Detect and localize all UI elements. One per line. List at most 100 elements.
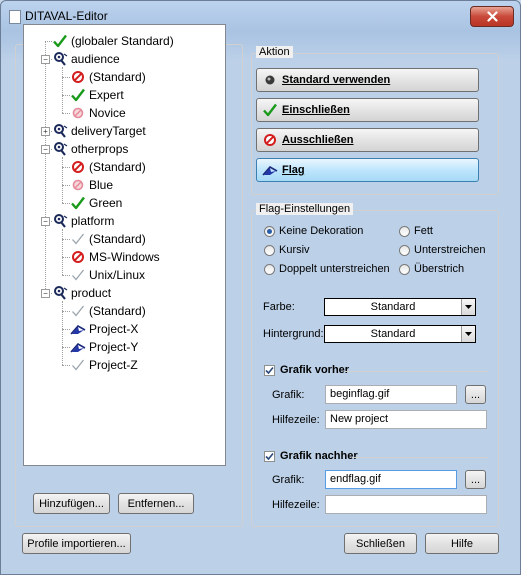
tree-item[interactable]: platform	[52, 212, 114, 230]
tree-line	[62, 67, 63, 113]
decoration-radio[interactable]: Überstrich	[399, 263, 464, 275]
flag-button[interactable]: Flag	[256, 158, 479, 182]
include-button[interactable]: Einschließen	[256, 98, 479, 122]
decoration-radio[interactable]: Unterstreichen	[399, 244, 486, 256]
tree-expander[interactable]: −	[41, 55, 50, 64]
remove-button[interactable]: Entfernen...	[118, 493, 194, 514]
checkbox-box[interactable]	[264, 450, 275, 462]
graphic-before-help-label: Hilfezeile:	[272, 414, 320, 426]
tree-item[interactable]: audience	[52, 50, 120, 68]
tree-line	[62, 239, 70, 240]
tree-expander[interactable]: +	[41, 127, 50, 136]
tree-line	[62, 157, 63, 203]
graphic-before-browse-button[interactable]: ...	[465, 385, 486, 404]
check-faded-icon	[70, 267, 86, 283]
graphic-after-label: Grafik nachher	[280, 450, 358, 462]
flag-icon	[70, 321, 86, 337]
graphic-after-checkbox[interactable]: Grafik nachher	[264, 450, 358, 462]
tree-item[interactable]: Green	[70, 194, 122, 212]
exclude-icon	[70, 69, 86, 85]
graphic-after-file-input[interactable]: endflag.gif	[325, 470, 457, 489]
tree-item[interactable]: Project-Y	[70, 338, 138, 356]
attribute-icon	[52, 141, 68, 157]
tree-item[interactable]: Novice	[70, 104, 126, 122]
check-icon	[70, 87, 86, 103]
tree-expander[interactable]: −	[41, 217, 50, 226]
profile-tree[interactable]: (globaler Standard) − audience (Standard)…	[23, 24, 226, 466]
tree-line	[62, 365, 70, 366]
tree-line	[62, 257, 70, 258]
tree-item[interactable]: Unix/Linux	[70, 266, 145, 284]
graphic-before-label: Grafik vorher	[280, 364, 350, 376]
graphic-before-help-input[interactable]: New project	[325, 410, 487, 429]
flag-icon	[70, 339, 86, 355]
background-label: Hintergrund:	[263, 328, 324, 340]
radio-dot[interactable]	[264, 244, 275, 256]
background-dropdown-arrow[interactable]	[461, 326, 475, 342]
tree-item[interactable]: (Standard)	[70, 158, 146, 176]
close-icon	[486, 11, 498, 22]
color-dropdown-arrow[interactable]	[461, 299, 475, 315]
exclude-icon	[70, 159, 86, 175]
exclude-icon	[70, 249, 86, 265]
tree-item[interactable]: MS-Windows	[70, 248, 160, 266]
radio-dot[interactable]	[399, 225, 410, 237]
graphic-before-checkbox[interactable]: Grafik vorher	[264, 364, 349, 376]
radio-dot[interactable]	[264, 263, 275, 275]
tree-item[interactable]: Project-X	[70, 320, 138, 338]
flag-settings-title: Flag-Einstellungen	[256, 203, 354, 215]
tree-item[interactable]: (globaler Standard)	[52, 32, 174, 50]
separator	[345, 371, 488, 372]
flag-icon	[262, 162, 278, 178]
decoration-radio[interactable]: Kursiv	[264, 244, 310, 256]
checkmark-icon	[265, 366, 274, 374]
color-select-value: Standard	[370, 301, 416, 313]
tree-line	[62, 95, 70, 96]
tree-item[interactable]: (Standard)	[70, 68, 146, 86]
tree-line	[45, 41, 52, 42]
decoration-radio[interactable]: Doppelt unterstreichen	[264, 263, 390, 275]
exclude-faded-icon	[70, 177, 86, 193]
tree-line	[62, 77, 70, 78]
color-label: Farbe:	[263, 301, 295, 313]
import-profiles-button[interactable]: Profile importieren...	[22, 533, 131, 554]
tree-expander[interactable]: −	[41, 145, 50, 154]
tree-expander[interactable]: −	[41, 289, 50, 298]
tree-item[interactable]: Blue	[70, 176, 113, 194]
radio-dot[interactable]	[399, 263, 410, 275]
tree-line	[62, 311, 70, 312]
background-select-value: Standard	[370, 328, 416, 340]
color-select[interactable]: Standard	[324, 298, 476, 316]
tree-item[interactable]: product	[52, 284, 111, 302]
check-icon	[70, 195, 86, 211]
tree-line	[62, 329, 70, 330]
radio-dot[interactable]	[399, 244, 410, 256]
window-icon	[9, 10, 21, 24]
use-default-button[interactable]: Standard verwenden	[256, 68, 479, 92]
checkbox-box[interactable]	[264, 364, 275, 376]
tree-item[interactable]: Project-Z	[70, 356, 138, 374]
exclude-faded-icon	[70, 105, 86, 121]
action-group-title: Aktion	[256, 46, 293, 58]
tree-line	[62, 275, 70, 276]
checkmark-icon	[265, 452, 274, 460]
graphic-before-file-input[interactable]: beginflag.gif	[325, 385, 457, 404]
close-window-button[interactable]	[470, 6, 514, 27]
graphic-after-help-input[interactable]	[325, 495, 487, 514]
radio-dot[interactable]	[264, 225, 275, 237]
graphic-after-browse-button[interactable]: ...	[465, 470, 486, 489]
help-button[interactable]: Hilfe	[425, 533, 499, 554]
decoration-radio[interactable]: Keine Dekoration	[264, 225, 363, 237]
tree-item[interactable]: Expert	[70, 86, 124, 104]
background-select[interactable]: Standard	[324, 325, 476, 343]
exclude-icon	[262, 132, 278, 148]
tree-item[interactable]: (Standard)	[70, 230, 146, 248]
check-faded-icon	[70, 231, 86, 247]
tree-item[interactable]: deliveryTarget	[52, 122, 146, 140]
close-button[interactable]: Schließen	[344, 533, 417, 554]
tree-item[interactable]: otherprops	[52, 140, 128, 158]
add-button[interactable]: Hinzufügen...	[33, 493, 110, 514]
exclude-button[interactable]: Ausschließen	[256, 128, 479, 152]
tree-item[interactable]: (Standard)	[70, 302, 146, 320]
decoration-radio[interactable]: Fett	[399, 225, 433, 237]
